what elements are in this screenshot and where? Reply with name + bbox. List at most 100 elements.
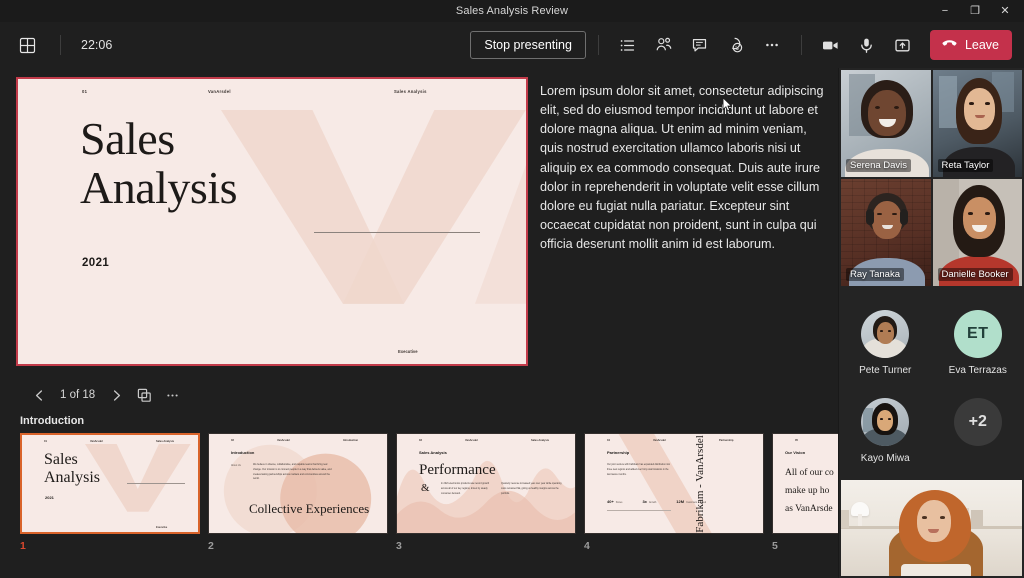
thumb-big-text: Collective Experiences [249, 501, 370, 516]
thumb-title-line2: Analysis [44, 468, 100, 486]
thumbnail-image[interactable]: 05 VanArsdel Our Vision Our Vision All o… [772, 433, 838, 534]
thumb-stat-label: Growth [648, 502, 657, 504]
slide-rule [314, 232, 480, 233]
window-title: Sales Analysis Review [455, 5, 569, 17]
slide-title-line1: Sales [80, 113, 175, 164]
thumb-header-number: 02 [231, 439, 234, 442]
slide-title: Sales Analysis [80, 113, 238, 213]
avatar-initials: ET [953, 310, 1002, 358]
thumb-stat-value: 3x [642, 499, 647, 504]
slide-notes-text: Lorem ipsum dolor sit amet, consectetur … [540, 84, 824, 252]
camera-icon[interactable] [814, 29, 848, 61]
slide-year: 2021 [82, 257, 110, 269]
thumb-column-2: Quarterly revenue increased year over ye… [501, 483, 562, 495]
slide-header: 01 VanArsdel Sales Analysis [18, 89, 526, 101]
thumb-header-topic: Sales Analysis [531, 439, 550, 442]
meeting-body: 01 VanArsdel Sales Analysis Sales Analys… [0, 68, 1024, 578]
thumbnail-image[interactable]: 01 VanArsdel Sales Analysis Sales Analys… [20, 433, 200, 534]
slide-thumbnails-icon[interactable] [131, 382, 157, 408]
thumbnail-slide-2[interactable]: 02 VanArsdel Introduction Introduction A… [208, 433, 388, 578]
participant-overflow[interactable]: +2 [932, 388, 1024, 476]
slide-watermark-va [221, 110, 526, 305]
slide-footer-text: Executive [398, 349, 418, 354]
chevron-right-icon[interactable] [103, 382, 129, 408]
thumbnail-slide-5[interactable]: 05 VanArsdel Our Vision Our Vision All o… [772, 433, 838, 578]
thumbnail-number: 2 [208, 540, 214, 552]
thumb-header-brand: VanArsdel [653, 439, 666, 442]
current-slide[interactable]: 01 VanArsdel Sales Analysis Sales Analys… [16, 77, 528, 366]
video-tile-serena-davis[interactable]: Serena Davis [841, 70, 931, 177]
list-icon[interactable] [611, 29, 645, 61]
slide-canvas: 01 VanArsdel Sales Analysis Sales Analys… [18, 79, 526, 364]
reactions-icon[interactable] [719, 29, 753, 61]
video-tile-reta-taylor[interactable]: Reta Taylor [932, 70, 1022, 177]
self-view-video[interactable] [841, 480, 1022, 576]
thumb-header-brand: VanArsdel [465, 439, 478, 442]
teams-meeting-window: Sales Analysis Review − ❐ ✕ 22:06 Stop p… [0, 0, 1024, 578]
mouse-cursor-icon [722, 97, 733, 112]
slide-navigation: 1 of 18 [26, 382, 185, 408]
hangup-icon [941, 35, 958, 55]
microphone-icon[interactable] [850, 29, 884, 61]
chevron-left-icon[interactable] [26, 382, 52, 408]
thumbnail-number: 3 [396, 540, 402, 552]
thumb-vertical-text: Fabrikam - VanArsdel [694, 434, 707, 533]
thumb-header-number: 05 [795, 439, 798, 442]
thumb-header-brand: VanArsdel [277, 439, 290, 442]
participant-name: Serena Davis [846, 159, 912, 172]
close-button[interactable]: ✕ [990, 0, 1020, 22]
self-video-feed [841, 480, 1022, 576]
more-options-icon[interactable] [159, 382, 185, 408]
thumb-title: Sales Analysis [44, 451, 100, 486]
toolbar-left-group: 22:06 [14, 32, 112, 58]
video-tile-grid: Serena Davis Reta Taylor Ray Tanaka Dani… [839, 68, 1024, 288]
participant-eva-terrazas[interactable]: ET Eva Terrazas [932, 300, 1024, 388]
video-tile-danielle-booker[interactable]: Danielle Booker [932, 179, 1022, 286]
thumbnail-slide-1[interactable]: 01 VanArsdel Sales Analysis Sales Analys… [20, 433, 200, 578]
slide-header-topic: Sales Analysis [394, 89, 427, 94]
people-icon[interactable] [647, 29, 681, 61]
thumb-stats: 40+ Stores 3x Growth 12M Customers reached [607, 490, 706, 508]
thumb-column-1: In 2021 electronics products saw record … [441, 483, 490, 495]
thumbnail-slide-4[interactable]: 04 VanArsdel Partnership Partnership Our… [584, 433, 764, 578]
share-screen-icon[interactable] [886, 29, 920, 61]
chat-icon[interactable] [683, 29, 717, 61]
thumb-stat: 40+ Stores [607, 490, 622, 508]
thumb2-circles [223, 444, 372, 533]
section-label: Introduction [20, 415, 85, 427]
thumbnail-slide-3[interactable]: 03 VanArsdel Sales Analysis Sales Analys… [396, 433, 576, 578]
toolbar-divider-2 [597, 35, 599, 55]
participant-pete-turner[interactable]: Pete Turner [839, 300, 932, 388]
thumb-heading: Our Vision [785, 450, 806, 455]
minimize-button[interactable]: − [930, 0, 960, 22]
slide-title-line2: Analysis [80, 161, 238, 213]
thumbnail-number: 1 [20, 540, 26, 552]
meeting-timer: 22:06 [81, 38, 113, 52]
leave-button[interactable]: Leave [929, 30, 1012, 60]
maximize-button[interactable]: ❐ [960, 0, 990, 22]
toolbar-right-group: Stop presenting Leave [470, 22, 1012, 68]
leave-button-label: Leave [964, 38, 999, 52]
thumb-stat: 3x Growth [642, 490, 656, 508]
participant-roster: Serena Davis Reta Taylor Ray Tanaka Dani… [838, 68, 1024, 578]
thumb-line: All of our co [785, 468, 834, 478]
participant-kayo-miwa[interactable]: Kayo Miwa [839, 388, 932, 476]
meeting-toolbar: 22:06 Stop presenting Leave [0, 22, 1024, 68]
more-options-icon[interactable] [755, 29, 789, 61]
title-bar: Sales Analysis Review − ❐ ✕ [0, 0, 1024, 22]
thumbnail-image[interactable]: 04 VanArsdel Partnership Partnership Our… [584, 433, 764, 534]
thumbnail-image[interactable]: 02 VanArsdel Introduction Introduction A… [208, 433, 388, 534]
stop-presenting-button[interactable]: Stop presenting [470, 31, 586, 59]
thumb-line: as VanArsde [785, 504, 833, 515]
avatar-overflow-count: +2 [953, 398, 1002, 446]
thumb-heading: Introduction [231, 450, 255, 455]
participant-name: Kayo Miwa [860, 453, 910, 464]
thumb-header-number: 03 [419, 439, 422, 442]
participant-name: Danielle Booker [937, 268, 1013, 281]
thumbnail-image[interactable]: 03 VanArsdel Sales Analysis Sales Analys… [396, 433, 576, 534]
thumbnail-strip[interactable]: 01 VanArsdel Sales Analysis Sales Analys… [20, 433, 838, 578]
video-tile-ray-tanaka[interactable]: Ray Tanaka [841, 179, 931, 286]
grid-layout-icon[interactable] [14, 32, 40, 58]
thumb-rule [607, 510, 671, 511]
window-controls: − ❐ ✕ [930, 0, 1020, 22]
